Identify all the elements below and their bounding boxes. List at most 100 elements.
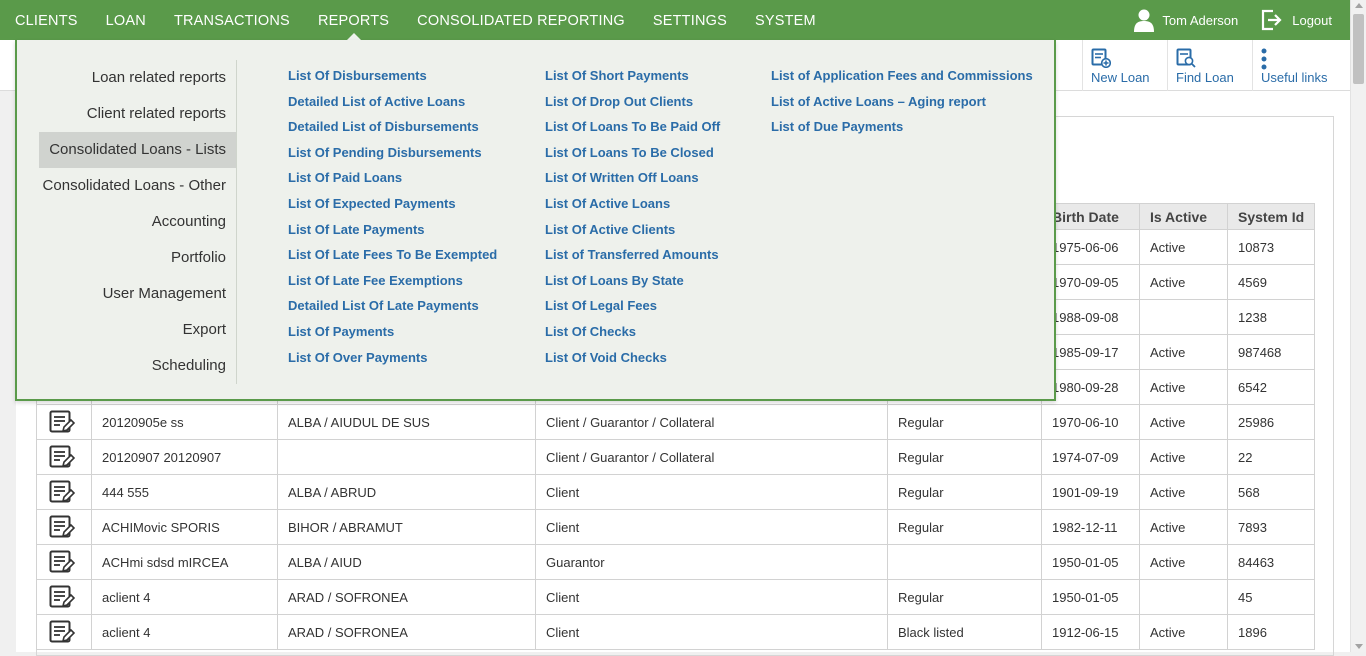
report-link[interactable]: List Of Late Fee Exemptions <box>288 273 497 299</box>
category-consolidated-loans-lists[interactable]: Consolidated Loans - Lists <box>39 132 236 168</box>
edit-record-icon[interactable] <box>49 620 75 644</box>
cell-is-active: Active <box>1139 369 1228 405</box>
main-menu: CLIENTS LOAN TRANSACTIONS REPORTS CONSOL… <box>0 0 830 40</box>
cell-birth-date: 1970-06-10 <box>1041 404 1140 440</box>
report-link[interactable]: List Of Payments <box>288 324 497 350</box>
report-link[interactable]: List Of Short Payments <box>545 68 720 94</box>
report-links-column-3: List of Application Fees and Commissions… <box>771 68 1033 145</box>
report-link[interactable]: List Of Active Loans <box>545 196 720 222</box>
table-row[interactable]: ACHmi sdsd mIRCEA ALBA / AIUD Guarantor … <box>36 544 1316 580</box>
report-link[interactable]: Detailed List of Disbursements <box>288 119 497 145</box>
nav-settings[interactable]: SETTINGS <box>639 0 741 40</box>
report-link[interactable]: List Of Disbursements <box>288 68 497 94</box>
cell-role: Client <box>535 509 888 545</box>
edit-record-icon[interactable] <box>49 410 75 434</box>
report-link[interactable]: List Of Drop Out Clients <box>545 94 720 120</box>
report-link[interactable]: List of Application Fees and Commissions <box>771 68 1033 94</box>
report-link[interactable]: List Of Paid Loans <box>288 170 497 196</box>
col-header-system-id[interactable]: System Id <box>1226 203 1316 230</box>
report-link[interactable]: List of Active Loans – Aging report <box>771 94 1033 120</box>
report-link[interactable]: List Of Pending Disbursements <box>288 145 497 171</box>
nav-transactions[interactable]: TRANSACTIONS <box>160 0 304 40</box>
category-scheduling[interactable]: Scheduling <box>39 348 236 384</box>
cell-is-active: Active <box>1139 229 1228 265</box>
nav-reports[interactable]: REPORTS <box>304 0 403 40</box>
category-consolidated-loans-other[interactable]: Consolidated Loans - Other <box>39 168 236 204</box>
report-link[interactable]: List Of Checks <box>545 324 720 350</box>
report-link[interactable]: List Of Loans To Be Closed <box>545 145 720 171</box>
useful-links-button[interactable]: Useful links <box>1252 40 1350 91</box>
cell-location: BIHOR / ABRAMUT <box>277 509 536 545</box>
report-links-column-2: List Of Short Payments List Of Drop Out … <box>545 68 720 375</box>
logout-icon[interactable] <box>1260 9 1282 31</box>
cell-is-active: Active <box>1139 334 1228 370</box>
cell-name: ACHmi sdsd mIRCEA <box>91 544 278 580</box>
user-name[interactable]: Tom Aderson <box>1162 13 1238 28</box>
cell-is-active: Active <box>1139 509 1228 545</box>
nav-loan[interactable]: LOAN <box>92 0 160 40</box>
table-row[interactable]: 20120905e ss ALBA / AIUDUL DE SUS Client… <box>36 404 1316 440</box>
report-link[interactable]: Detailed List Of Late Payments <box>288 298 497 324</box>
scroll-down-arrow-icon[interactable] <box>1355 644 1363 649</box>
edit-record-icon[interactable] <box>49 515 75 539</box>
cell-name: aclient 4 <box>91 614 278 650</box>
table-row[interactable]: aclient 4 ARAD / SOFRONEA Client Regular… <box>36 579 1316 615</box>
report-link[interactable]: List of Due Payments <box>771 119 1033 145</box>
nav-consolidated-reporting[interactable]: CONSOLIDATED REPORTING <box>403 0 639 40</box>
report-link[interactable]: List Of Over Payments <box>288 350 497 376</box>
report-link[interactable]: List Of Written Off Loans <box>545 170 720 196</box>
category-user-management[interactable]: User Management <box>39 276 236 312</box>
col-header-is-active[interactable]: Is Active <box>1139 203 1228 230</box>
find-loan-button[interactable]: Find Loan <box>1167 40 1252 91</box>
page-scrollbar[interactable] <box>1350 0 1366 652</box>
cell-system-id: 1896 <box>1226 614 1316 650</box>
cell-is-active <box>1139 579 1228 615</box>
report-link[interactable]: List Of Loans By State <box>545 273 720 299</box>
category-accounting[interactable]: Accounting <box>39 204 236 240</box>
table-row[interactable]: aclient 4 ARAD / SOFRONEA Client Black l… <box>36 614 1316 650</box>
cell-system-id: 25986 <box>1226 404 1316 440</box>
nav-system[interactable]: SYSTEM <box>741 0 830 40</box>
report-link[interactable]: List Of Late Payments <box>288 222 497 248</box>
category-loan-related-reports[interactable]: Loan related reports <box>39 60 236 96</box>
report-link[interactable]: List Of Late Fees To Be Exempted <box>288 247 497 273</box>
col-header-birth-date[interactable]: Birth Date <box>1041 203 1140 230</box>
new-loan-icon <box>1091 48 1111 68</box>
cell-role: Client <box>535 614 888 650</box>
edit-record-icon[interactable] <box>49 550 75 574</box>
more-vertical-icon <box>1261 48 1267 70</box>
category-export[interactable]: Export <box>39 312 236 348</box>
category-client-related-reports[interactable]: Client related reports <box>39 96 236 132</box>
report-link[interactable]: List Of Loans To Be Paid Off <box>545 119 720 145</box>
report-link[interactable]: List of Transferred Amounts <box>545 247 720 273</box>
edit-record-icon[interactable] <box>49 585 75 609</box>
new-loan-button[interactable]: New Loan <box>1082 40 1167 91</box>
edit-record-icon[interactable] <box>49 480 75 504</box>
cell-category: Regular <box>887 404 1042 440</box>
cell-name: 20120907 20120907 <box>91 439 278 475</box>
top-navigation-bar: CLIENTS LOAN TRANSACTIONS REPORTS CONSOL… <box>0 0 1350 40</box>
report-link[interactable]: Detailed List of Active Loans <box>288 94 497 120</box>
cell-role: Client <box>535 579 888 615</box>
cell-system-id: 1238 <box>1226 299 1316 335</box>
table-row[interactable]: 444 555 ALBA / ABRUD Client Regular 1901… <box>36 474 1316 510</box>
cell-category: Regular <box>887 579 1042 615</box>
scroll-up-arrow-icon[interactable] <box>1355 3 1363 8</box>
report-link[interactable]: List Of Active Clients <box>545 222 720 248</box>
edit-record-icon[interactable] <box>49 445 75 469</box>
new-loan-label: New Loan <box>1091 70 1150 85</box>
report-link[interactable]: List Of Legal Fees <box>545 298 720 324</box>
cell-birth-date: 1985-09-17 <box>1041 334 1140 370</box>
table-row[interactable]: 20120907 20120907 Client / Guarantor / C… <box>36 439 1316 475</box>
find-loan-label: Find Loan <box>1176 70 1234 85</box>
cell-name: 444 555 <box>91 474 278 510</box>
category-portfolio[interactable]: Portfolio <box>39 240 236 276</box>
scroll-thumb[interactable] <box>1353 14 1364 84</box>
report-link[interactable]: List Of Void Checks <box>545 350 720 376</box>
table-row[interactable]: ACHIMovic SPORIS BIHOR / ABRAMUT Client … <box>36 509 1316 545</box>
cell-category <box>887 544 1042 580</box>
cell-birth-date: 1950-01-05 <box>1041 579 1140 615</box>
report-link[interactable]: List Of Expected Payments <box>288 196 497 222</box>
logout-link[interactable]: Logout <box>1292 13 1332 28</box>
nav-clients[interactable]: CLIENTS <box>0 0 92 40</box>
